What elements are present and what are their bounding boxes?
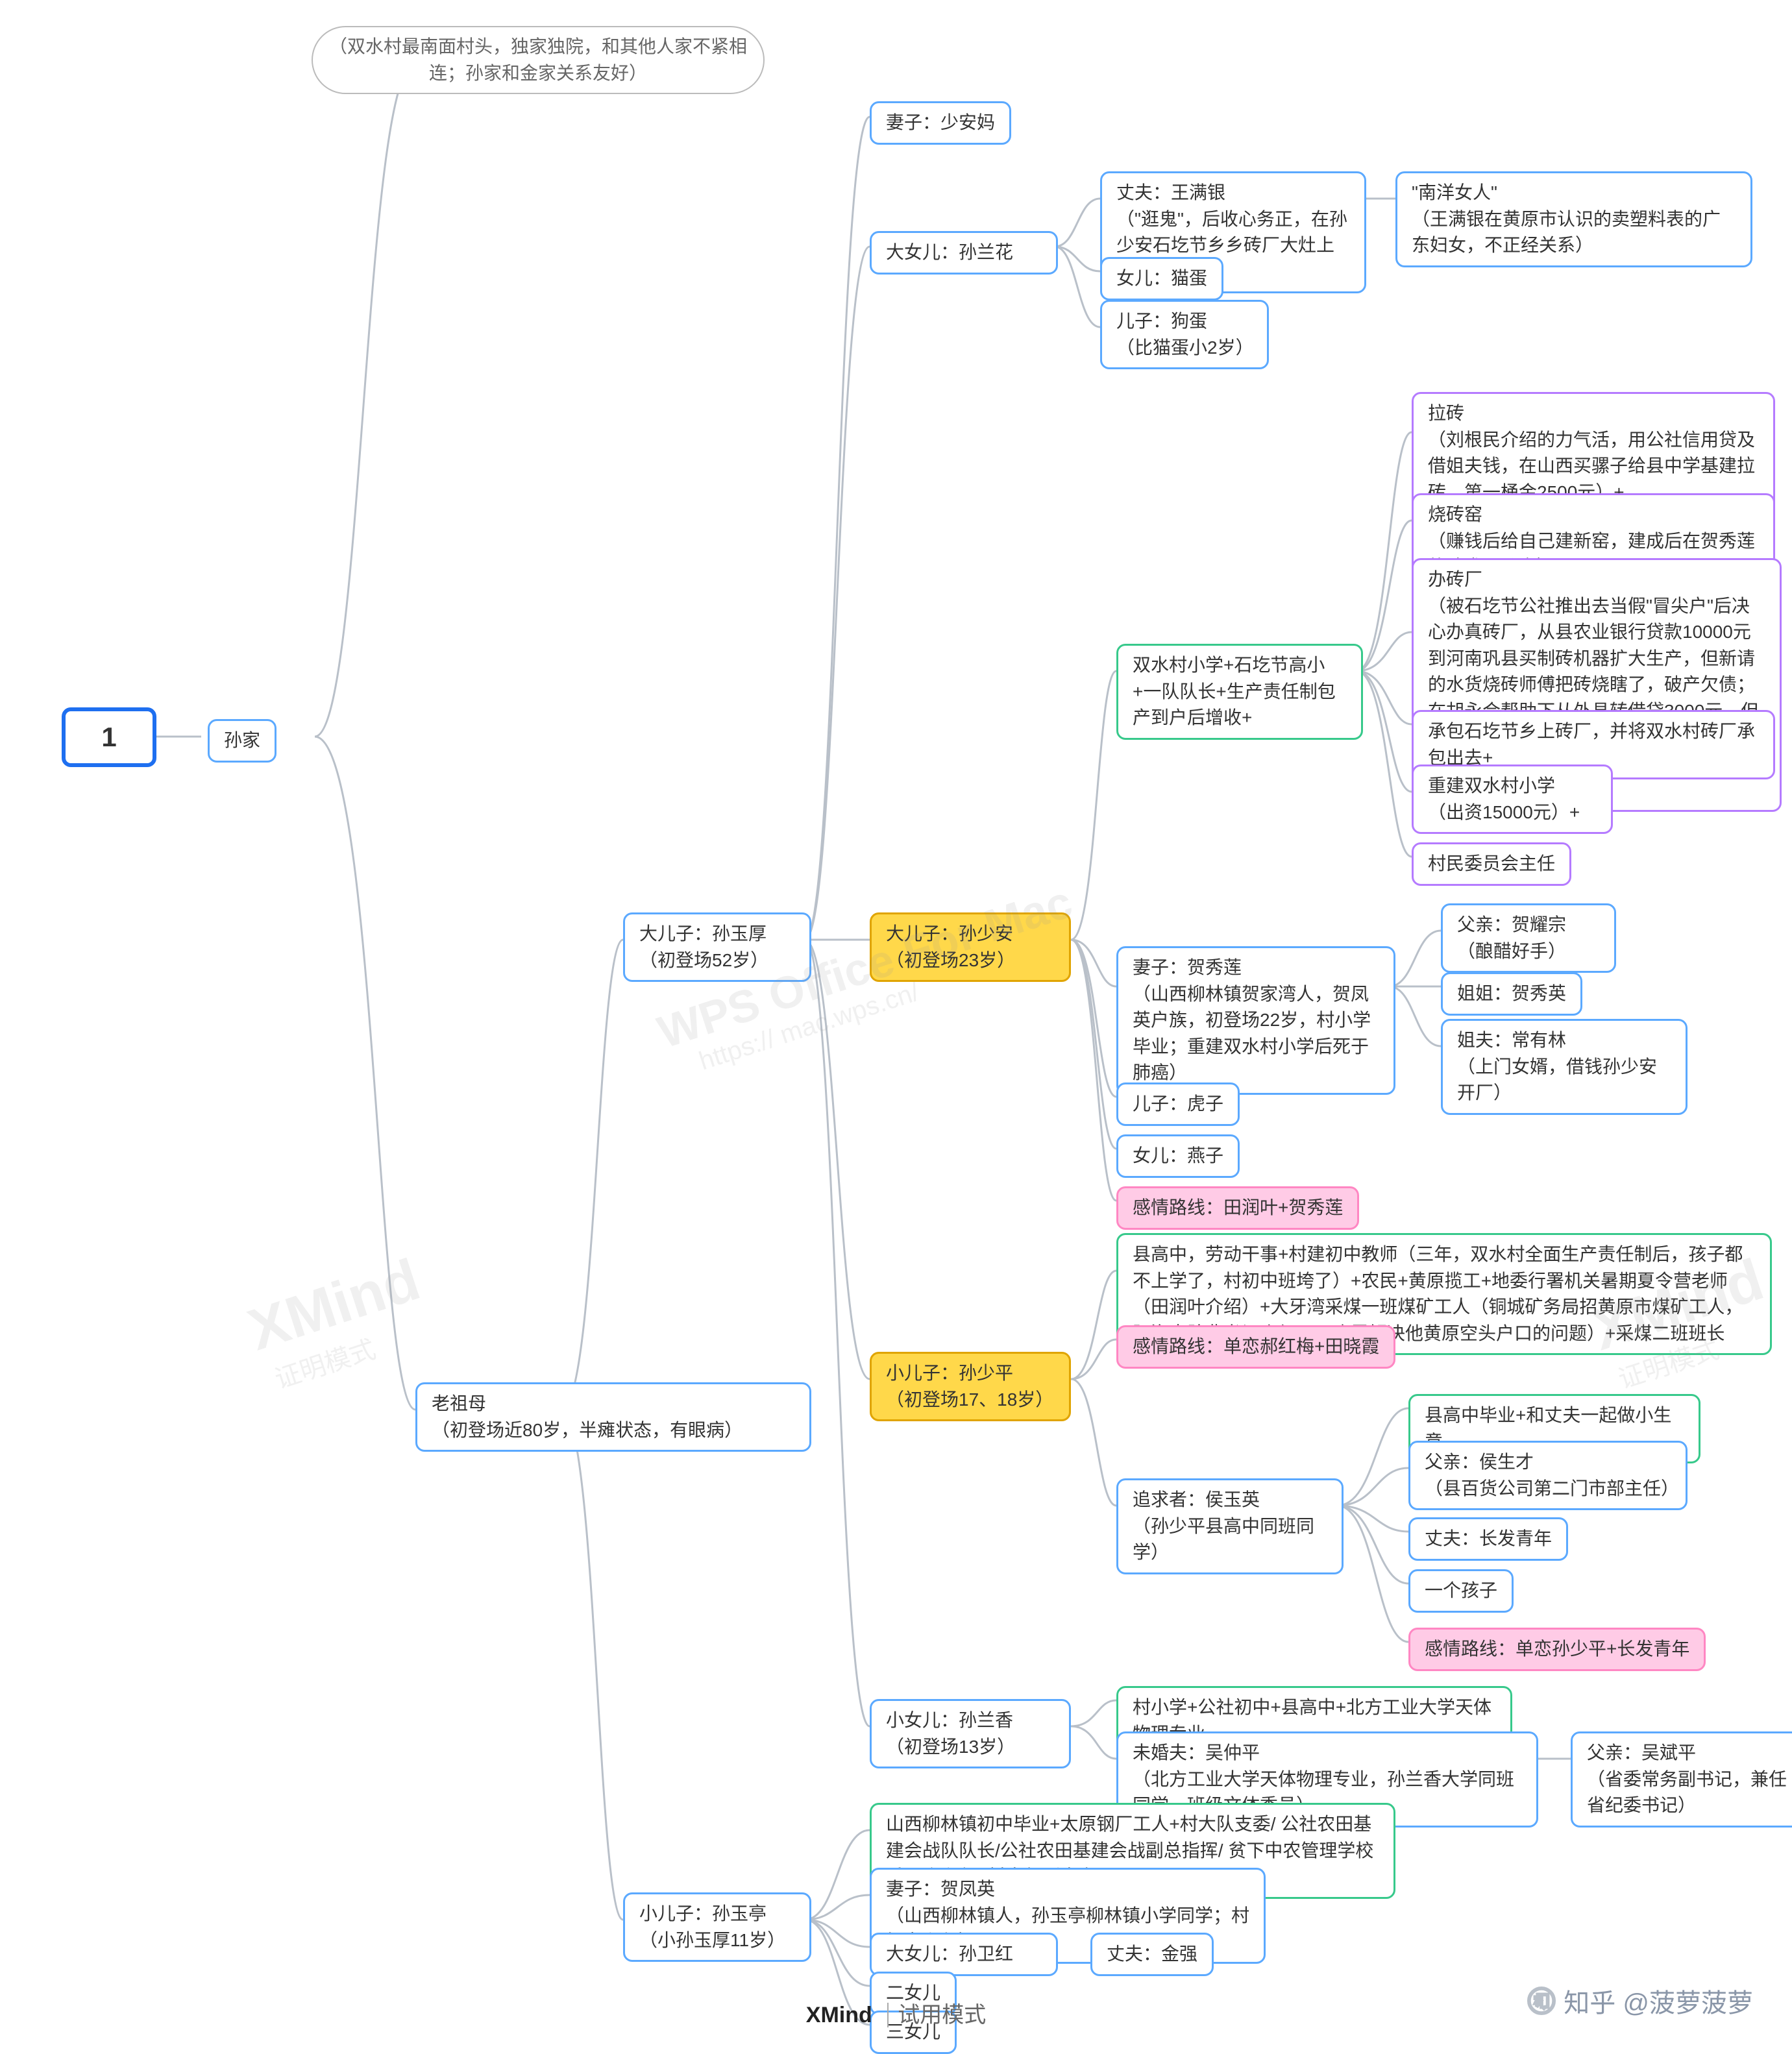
xmind-watermark-l: XMind	[241, 1247, 428, 1364]
syt-d1[interactable]: 大女儿：孙卫红	[870, 1933, 1058, 1976]
footer-mode: 试用模式	[898, 2003, 986, 2027]
hxl-jf[interactable]: 姐夫：常有林 （上门女婿，借钱孙少安开厂）	[1441, 1019, 1688, 1115]
ssa-l5[interactable]: 重建双水村小学 （出资15000元）+	[1412, 764, 1613, 834]
hyy3[interactable]: 丈夫：长发青年	[1408, 1517, 1568, 1561]
ssa-l6[interactable]: 村民委员会主任	[1412, 842, 1571, 886]
wps-watermark-url: https:// mac.wps.cn/	[696, 977, 923, 1076]
zhihu-watermark: 知乎 @菠萝菠萝	[1527, 1982, 1753, 2020]
ssa-w[interactable]: 妻子：贺秀莲 （山西柳林镇贺家湾人，贺凤英户族，初登场22岁，村小学毕业；重建双…	[1116, 946, 1395, 1095]
ssp-node[interactable]: 小儿子：孙少平 （初登场17、18岁）	[870, 1352, 1071, 1421]
sunjia-node[interactable]: 孙家	[208, 719, 276, 763]
slx-node[interactable]: 小女儿：孙兰香 （初登场13岁）	[870, 1699, 1071, 1768]
hyy4[interactable]: 一个孩子	[1408, 1569, 1514, 1613]
slh-s[interactable]: 儿子：狗蛋 （比猫蛋小2岁）	[1100, 300, 1269, 369]
ssa-node[interactable]: 大儿子：孙少安 （初登场23岁）	[870, 912, 1071, 982]
slx-ff[interactable]: 父亲：吴斌平 （省委常务副书记，兼任省纪委书记）	[1571, 1731, 1792, 1828]
grandma-node[interactable]: 老祖母 （初登场近80岁，半瘫状态，有眼病）	[415, 1382, 811, 1452]
root-node[interactable]: 1	[62, 707, 156, 767]
syt-d1h[interactable]: 丈夫：金强	[1090, 1933, 1214, 1976]
mindmap-canvas[interactable]: 1 （双水村最南面村头，独家独院，和其他人家不紧相连；孙家和金家关系友好） 孙家…	[0, 0, 1792, 2044]
ssa-lv[interactable]: 感情路线：田润叶+贺秀莲	[1116, 1186, 1359, 1230]
syh-node[interactable]: 大儿子：孙玉厚 （初登场52岁）	[623, 912, 811, 982]
syt-node[interactable]: 小儿子：孙玉亭 （小孙玉厚11岁）	[623, 1892, 811, 1962]
footer-brand: XMind	[806, 2003, 872, 2027]
slh-d[interactable]: 女儿：猫蛋	[1100, 257, 1223, 300]
hxl-f[interactable]: 父亲：贺耀宗 （酿醋好手）	[1441, 903, 1616, 973]
ssa-s[interactable]: 儿子：虎子	[1116, 1082, 1240, 1126]
desc-node[interactable]: （双水村最南面村头，独家独院，和其他人家不紧相连；孙家和金家关系友好）	[312, 26, 765, 94]
slh-h2[interactable]: "南洋女人" （王满银在黄原市认识的卖塑料表的广东妇女，不正经关系）	[1395, 171, 1752, 267]
xmind-watermark-l2: 证明模式	[269, 1328, 380, 1397]
hxl-j[interactable]: 姐姐：贺秀英	[1441, 972, 1582, 1016]
ssa-exp[interactable]: 双水村小学+石圪节高小+一队队长+生产责任制包产到户后增收+	[1116, 644, 1363, 740]
hyy2[interactable]: 父亲：侯生才 （县百货公司第二门市部主任）	[1408, 1441, 1688, 1510]
footer: XMind 试用模式	[0, 1997, 1792, 2029]
hyy-lv[interactable]: 感情路线：单恋孙少平+长发青年	[1408, 1628, 1706, 1671]
ssp-lv[interactable]: 感情路线：单恋郝红梅+田晓霞	[1116, 1325, 1395, 1369]
slh-node[interactable]: 大女儿：孙兰花	[870, 231, 1058, 275]
wife-sam[interactable]: 妻子：少安妈	[870, 101, 1011, 145]
ssa-d[interactable]: 女儿：燕子	[1116, 1134, 1240, 1178]
ssp-zq[interactable]: 追求者：侯玉英 （孙少平县高中同班同学）	[1116, 1478, 1344, 1574]
